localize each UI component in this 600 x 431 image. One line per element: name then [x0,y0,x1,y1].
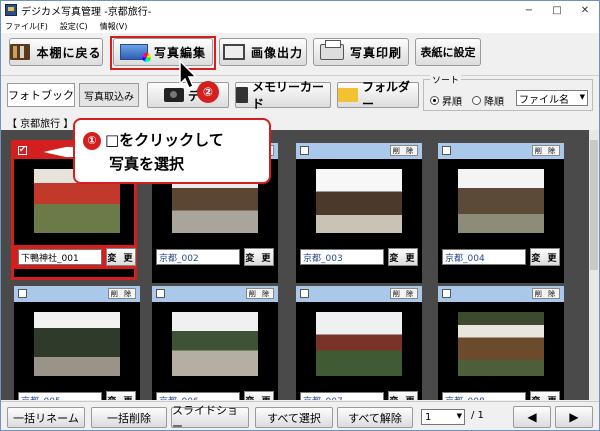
export-image-button[interactable]: 画像出力 [219,38,307,66]
page-select[interactable]: 1 [421,409,465,425]
photo-thumbnail[interactable] [316,312,402,376]
photo-name-field[interactable]: 京都_002 [156,249,240,265]
photo-thumbnail[interactable] [34,312,120,376]
folder-icon [338,88,358,102]
mouse-cursor-icon [179,60,198,90]
photo-card-7: 削 除 京都_007 変 更 [296,286,422,400]
radio-icon [472,96,481,105]
step-number-badge-2: ② [197,81,219,103]
photo-card-8: 削 除 京都_008 変 更 [438,286,564,400]
photo-name-field[interactable]: 京都_008 [442,392,526,400]
memory-card-icon [236,87,248,103]
delete-button[interactable]: 削 除 [390,288,418,299]
tab-photobook[interactable]: フォトブック [7,83,75,107]
delete-button[interactable]: 削 除 [108,288,136,299]
prev-page-button[interactable]: ◀ [513,406,551,428]
photo-name-field[interactable]: 京都_005 [18,392,102,400]
sort-ascending-radio[interactable]: 昇順 [430,93,462,108]
photo-thumbnail[interactable] [172,312,258,376]
close-button[interactable]: ✕ [571,1,599,19]
photo-card-6: 削 除 京都_006 変 更 [152,286,278,400]
delete-all-button[interactable]: 一括削除 [91,407,167,428]
printer-icon [319,40,344,60]
step-number-badge: ① [83,131,101,150]
photo-thumbnail[interactable] [458,169,544,233]
photo-select-checkbox[interactable] [18,145,27,155]
change-button[interactable]: 変 更 [244,391,274,400]
menu-bar: ファイル(F) 設定(C) 情報(V) [1,19,599,33]
monitor-icon [222,44,245,60]
change-button[interactable]: 変 更 [530,391,560,400]
photo-select-checkbox[interactable] [156,289,165,298]
photo-card-5: 削 除 京都_005 変 更 [14,286,140,400]
delete-button[interactable]: 削 除 [390,145,418,156]
sort-field-select[interactable]: ファイル名 [516,90,588,106]
photo-name-field[interactable]: 下鴨神社_001 [18,249,102,265]
scrollbar-thumb[interactable] [590,140,598,270]
bottom-toolbar: 一括リネーム 一括削除 スライドショー すべて選択 すべて解除 1 / 1 ◀ … [1,401,599,430]
minimize-button[interactable]: − [515,1,543,19]
photo-select-checkbox[interactable] [300,289,309,298]
bookshelf-icon [10,44,31,60]
menu-settings[interactable]: 設定(C) [60,21,88,32]
photo-edit-icon [119,44,151,62]
print-photo-button[interactable]: 写真印刷 [313,38,409,66]
photo-select-checkbox[interactable] [300,146,309,155]
camera-icon [163,88,184,102]
menu-file[interactable]: ファイル(F) [5,21,48,32]
photo-select-checkbox[interactable] [442,289,451,298]
change-button[interactable]: 変 更 [388,248,418,266]
album-title: 【 京都旅行 】 [7,119,74,130]
folder-button[interactable]: フォルダー [337,80,419,111]
deselect-all-button[interactable]: すべて解除 [337,407,413,428]
change-button[interactable]: 変 更 [106,248,136,266]
radio-selected-icon [430,96,439,105]
sort-descending-radio[interactable]: 降順 [472,93,504,108]
sort-legend: ソート [430,73,462,86]
app-window: デジカメ写真管理 -京都旅行- − □ ✕ ファイル(F) 設定(C) 情報(V… [0,0,600,431]
callout-line-2: 写真を選択 [109,155,185,173]
delete-button[interactable]: 削 除 [532,145,560,156]
photo-name-field[interactable]: 京都_003 [300,249,384,265]
instruction-callout: ① □をクリックして 写真を選択 [73,118,271,184]
sort-group: ソート 昇順 降順 ファイル名 [423,73,593,111]
page-total: / 1 [471,410,484,421]
menu-info[interactable]: 情報(V) [100,21,128,32]
photo-name-field[interactable]: 京都_004 [442,249,526,265]
memory-card-button[interactable]: メモリーカード [235,80,331,111]
photo-card-3: 削 除 京都_003 変 更 [296,143,422,283]
tab-import[interactable]: 写真取込み [79,83,139,107]
change-button[interactable]: 変 更 [530,248,560,266]
photo-thumbnail[interactable] [458,312,544,376]
title-bar: デジカメ写真管理 -京都旅行- − □ ✕ [1,1,599,19]
rename-all-button[interactable]: 一括リネーム [7,407,85,428]
photo-name-field[interactable]: 京都_007 [300,392,384,400]
change-button[interactable]: 変 更 [388,391,418,400]
select-all-button[interactable]: すべて選択 [255,407,333,428]
change-button[interactable]: 変 更 [106,391,136,400]
photo-thumbnail[interactable] [316,169,402,233]
delete-button[interactable]: 削 除 [246,288,274,299]
main-toolbar: 本棚に戻る 写真編集 画像出力 写真印刷 表紙に設定 [1,34,599,72]
photo-select-checkbox[interactable] [18,289,27,298]
photo-card-4: 削 除 京都_004 変 更 [438,143,564,283]
window-title: デジカメ写真管理 -京都旅行- [21,6,152,18]
change-button[interactable]: 変 更 [244,248,274,266]
photo-name-field[interactable]: 京都_006 [156,392,240,400]
set-cover-button[interactable]: 表紙に設定 [415,38,481,66]
photo-select-checkbox[interactable] [442,146,451,155]
vertical-scrollbar[interactable] [589,130,599,400]
delete-button[interactable]: 削 除 [532,288,560,299]
back-to-bookshelf-button[interactable]: 本棚に戻る [9,38,103,66]
next-page-button[interactable]: ▶ [555,406,593,428]
slideshow-button[interactable]: スライドショー [171,404,249,430]
maximize-button[interactable]: □ [543,1,571,19]
callout-line-1: □をクリックして [105,131,224,149]
app-icon [5,4,17,16]
sub-toolbar: フォトブック 写真取込み デジ メモリーカード フォルダー ソート 昇順 降順 … [1,73,599,113]
